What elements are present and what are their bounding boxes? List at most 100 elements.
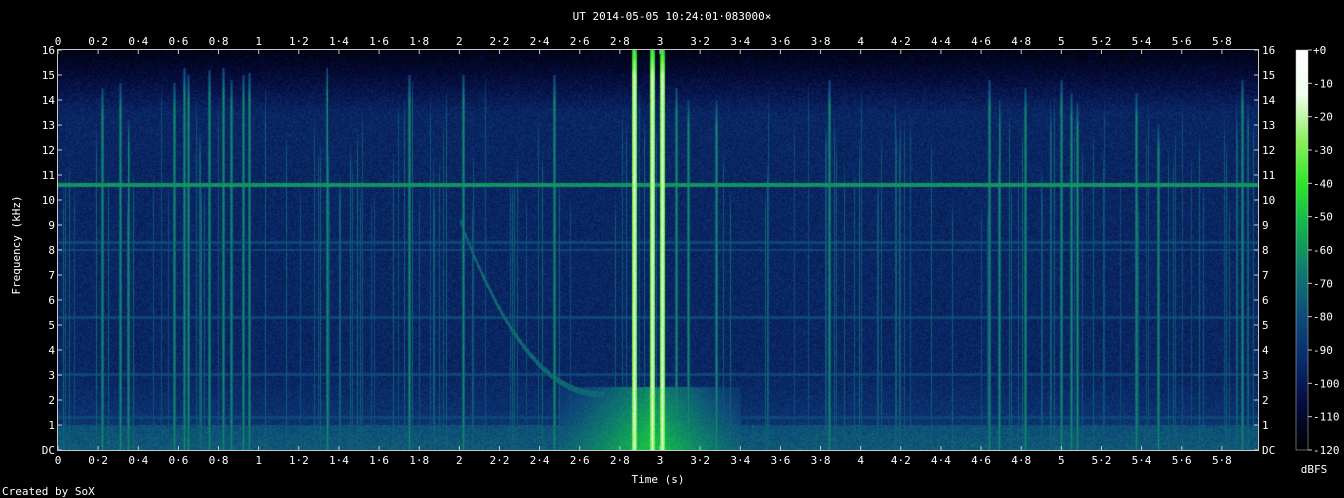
colorbar-tick-label: -90 xyxy=(1313,344,1333,357)
x-tick-label: 5·2 xyxy=(1092,454,1112,467)
y-tick-label: 7 xyxy=(48,269,55,282)
colorbar-gradient xyxy=(1295,49,1309,451)
x-tick-label: 1·6 xyxy=(369,454,389,467)
x-tick-label: 0·2 xyxy=(88,454,108,467)
y-tick-label: 5 xyxy=(1262,319,1269,332)
y-tick-label: 3 xyxy=(48,369,55,382)
x-tick-label: 4 xyxy=(857,454,864,467)
x-tick-label: 0·6 xyxy=(168,35,188,48)
x-tick-label: 5·2 xyxy=(1092,35,1112,48)
plot-area xyxy=(57,49,1259,451)
y-tick-label: DC xyxy=(1262,444,1275,457)
y-tick-label: 7 xyxy=(1262,269,1269,282)
x-tick-label: 0·6 xyxy=(168,454,188,467)
x-tick-label: 0 xyxy=(55,35,62,48)
x-tick-label: 2·2 xyxy=(490,454,510,467)
x-tick-label: 1 xyxy=(255,35,262,48)
colorbar-tick-label: -80 xyxy=(1313,311,1333,324)
colorbar-tick-label: -60 xyxy=(1313,244,1333,257)
x-tick-label: 5·4 xyxy=(1132,35,1152,48)
y-tick-label: 14 xyxy=(42,94,56,107)
y-tick-label: 2 xyxy=(1262,394,1269,407)
x-tick-label: 3·2 xyxy=(690,454,710,467)
y-tick-label: 6 xyxy=(1262,294,1269,307)
y-tick-label: 12 xyxy=(1262,144,1275,157)
y-tick-label: 9 xyxy=(48,219,55,232)
x-tick-label: 0 xyxy=(55,454,62,467)
y-tick-label: 1 xyxy=(1262,419,1269,432)
y-tick-label: 15 xyxy=(1262,69,1275,82)
x-tick-label: 1·8 xyxy=(409,35,429,48)
y-tick-label: 4 xyxy=(48,344,55,357)
y-tick-label: 1 xyxy=(48,419,55,432)
colorbar-ticks: +0 -10 -20 -30 -40 -50 -60 -70 -80 -90 -100 -110 -12… xyxy=(1308,44,1340,457)
y-tick-label: 13 xyxy=(42,119,55,132)
colorbar-label: dBFS xyxy=(1301,463,1328,476)
x-tick-label: 5·8 xyxy=(1212,454,1232,467)
x-tick-label: 4·2 xyxy=(891,35,911,48)
x-tick-label: 1·4 xyxy=(329,35,349,48)
x-tick-label: 4·6 xyxy=(971,35,991,48)
x-tick-label: 4·8 xyxy=(1011,35,1031,48)
x-tick-label: 2 xyxy=(456,454,463,467)
colorbar-tick-label: -70 xyxy=(1313,277,1333,290)
x-tick-label: 1·8 xyxy=(409,454,429,467)
y-tick-label: 3 xyxy=(1262,369,1269,382)
x-tick-label: 2·4 xyxy=(530,35,550,48)
x-tick-label: 3·8 xyxy=(811,454,831,467)
colorbar-tick-label: -120 xyxy=(1313,444,1340,457)
x-axis-label: Time (s) xyxy=(632,473,685,486)
y-tick-label: 6 xyxy=(48,294,55,307)
x-tick-label: 3 xyxy=(657,454,664,467)
colorbar-tick-label: -50 xyxy=(1313,211,1333,224)
colorbar-tick-label: -20 xyxy=(1313,111,1333,124)
x-tick-label: 0·4 xyxy=(128,35,148,48)
colorbar-tick-label: -110 xyxy=(1313,411,1340,424)
x-tick-label: 1·4 xyxy=(329,454,349,467)
y-tick-label: 8 xyxy=(1262,244,1269,257)
y-tick-label: 13 xyxy=(1262,119,1275,132)
colorbar-tick-label: -40 xyxy=(1313,177,1333,190)
y-tick-label: 2 xyxy=(48,394,55,407)
y-tick-label: 10 xyxy=(1262,194,1275,207)
x-tick-label: 3·6 xyxy=(770,35,790,48)
y-axis-label: Frequency (kHz) xyxy=(10,195,23,294)
x-tick-label: 3·4 xyxy=(730,454,750,467)
colorbar-tick-label: -30 xyxy=(1313,144,1333,157)
x-tick-label: 3 xyxy=(657,35,664,48)
x-tick-label: 1·2 xyxy=(289,454,309,467)
x-tick-label: 2·4 xyxy=(530,454,550,467)
x-tick-label: 3·2 xyxy=(690,35,710,48)
x-tick-label: 2·8 xyxy=(610,35,630,48)
x-tick-label: 5·6 xyxy=(1172,35,1192,48)
y-tick-label: 8 xyxy=(48,244,55,257)
y-tick-label: 10 xyxy=(42,194,55,207)
spectrogram-figure: UT 2014-05-05 10:24:01·083000× 0 0·2 0·4 0·… xyxy=(2,10,1340,498)
x-tick-label: 4·8 xyxy=(1011,454,1031,467)
x-tick-label: 5·6 xyxy=(1172,454,1192,467)
y-tick-label: 16 xyxy=(42,44,55,57)
x-tick-label: 4·6 xyxy=(971,454,991,467)
x-tick-label: 0·8 xyxy=(209,35,229,48)
y-tick-label: DC xyxy=(42,444,55,457)
x-tick-label: 2·6 xyxy=(570,454,590,467)
x-tick-label: 3·8 xyxy=(811,35,831,48)
x-tick-label: 3·4 xyxy=(730,35,750,48)
y-tick-label: 16 xyxy=(1262,44,1275,57)
x-tick-label: 4·4 xyxy=(931,35,951,48)
chart-title: UT 2014-05-05 10:24:01·083000× xyxy=(573,10,772,23)
y-tick-label: 15 xyxy=(42,69,55,82)
colorbar: +0 -10 -20 -30 -40 -50 -60 -70 -80 -90 -100 -110 -12… xyxy=(1295,44,1340,476)
x-tick-label: 0·8 xyxy=(209,454,229,467)
x-tick-label: 2·8 xyxy=(610,454,630,467)
x-tick-label: 5·4 xyxy=(1132,454,1152,467)
colorbar-tick-label: -100 xyxy=(1313,377,1340,390)
x-tick-label: 2 xyxy=(456,35,463,48)
x-tick-label: 1·6 xyxy=(369,35,389,48)
x-tick-label: 0·2 xyxy=(88,35,108,48)
y-tick-label: 9 xyxy=(1262,219,1269,232)
y-tick-label: 11 xyxy=(42,169,55,182)
credit-text: Created by SoX xyxy=(2,485,95,498)
y-tick-label: 12 xyxy=(42,144,55,157)
x-tick-label: 5 xyxy=(1058,35,1065,48)
